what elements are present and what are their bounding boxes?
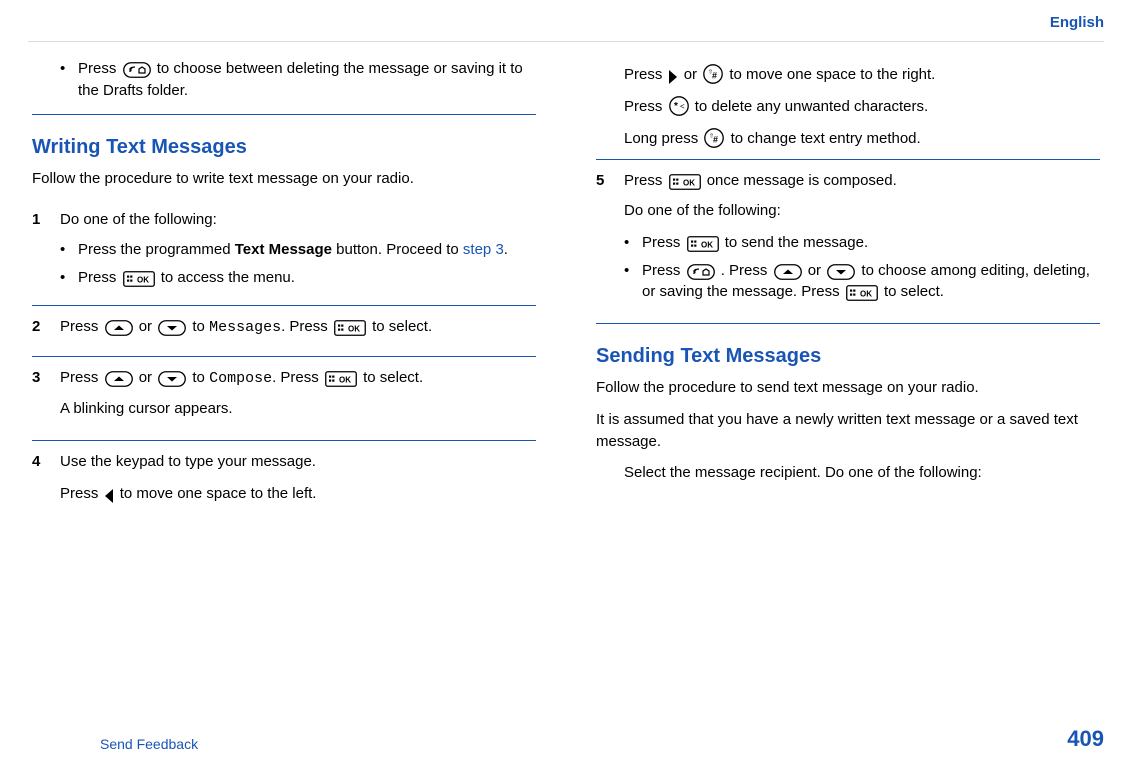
writing-steps: 1 Do one of the following: Press the pro… xyxy=(32,199,536,524)
list-item: Press the programmed Text Message button… xyxy=(60,239,536,261)
text: to select. xyxy=(372,318,432,335)
page-footer: Send Feedback 409 xyxy=(0,726,1132,752)
step-number: 3 xyxy=(32,367,40,389)
text: to select. xyxy=(884,283,944,300)
step-number: 2 xyxy=(32,316,40,338)
back-home-icon xyxy=(123,62,151,78)
text: Press xyxy=(60,369,103,386)
heading-sending: Sending Text Messages xyxy=(596,342,1100,371)
step-number: 5 xyxy=(596,170,604,192)
up-arrow-icon xyxy=(105,320,133,336)
text: to move one space to the left. xyxy=(120,485,317,502)
step-number: 4 xyxy=(32,451,40,473)
step-3: 3 Press or to Compose. Press to select. … xyxy=(32,356,536,440)
step1-bullets: Press the programmed Text Message button… xyxy=(60,239,536,289)
text: to delete any unwanted characters. xyxy=(695,98,928,115)
step-4: 4 Use the keypad to type your message. P… xyxy=(32,440,536,525)
text: to xyxy=(192,369,209,386)
left-arrow-icon xyxy=(105,489,114,503)
text: Press xyxy=(624,98,667,115)
text: Long press xyxy=(624,130,702,147)
step-5: 5 Press once message is composed. Do one… xyxy=(596,159,1100,319)
text: once message is composed. xyxy=(707,172,897,189)
text: to xyxy=(192,318,209,335)
page: English Press to choose between deleting… xyxy=(0,0,1132,762)
menu-messages: Messages xyxy=(209,319,281,336)
page-number: 409 xyxy=(1067,726,1104,752)
text: Press xyxy=(624,66,667,83)
language-header: English xyxy=(28,14,1104,42)
step-2: 2 Press or to Messages. Press to select. xyxy=(32,305,536,357)
text: Press xyxy=(624,172,667,189)
text: to select. xyxy=(363,369,423,386)
down-arrow-icon xyxy=(158,371,186,387)
step-number: 1 xyxy=(32,209,40,231)
text: Press xyxy=(642,262,685,279)
ok-button-icon xyxy=(325,371,357,387)
column-right: Press or to move one space to the right.… xyxy=(596,58,1100,524)
send-feedback-link[interactable]: Send Feedback xyxy=(100,736,198,752)
up-arrow-icon xyxy=(774,264,802,280)
up-arrow-icon xyxy=(105,371,133,387)
text: Do one of the following: xyxy=(60,211,217,228)
step3-link[interactable]: step 3 xyxy=(463,241,504,258)
menu-compose: Compose xyxy=(209,370,272,387)
writing-intro: Follow the procedure to write text messa… xyxy=(32,168,536,190)
text: or xyxy=(684,66,702,83)
text: Press the programmed xyxy=(78,241,235,258)
ok-button-icon xyxy=(669,174,701,190)
back-home-icon xyxy=(687,264,715,280)
text: Press xyxy=(78,60,121,77)
text: . xyxy=(504,241,508,258)
step5-list: 5 Press once message is composed. Do one… xyxy=(596,159,1100,319)
step-1: 1 Do one of the following: Press the pro… xyxy=(32,199,536,304)
text: or xyxy=(808,262,826,279)
hash-key-icon xyxy=(704,128,724,148)
text: . Press xyxy=(281,318,332,335)
text: to send the message. xyxy=(725,234,868,251)
text: to access the menu. xyxy=(161,269,295,286)
list-item: Press to send the message. xyxy=(624,232,1100,254)
down-arrow-icon xyxy=(158,320,186,336)
text: or xyxy=(139,369,157,386)
text: Press xyxy=(60,485,103,502)
star-key-icon xyxy=(669,96,689,116)
text: . Press xyxy=(721,262,772,279)
text: Do one of the following: xyxy=(624,200,1100,222)
bold-text: Text Message xyxy=(235,241,332,258)
text: to change text entry method. xyxy=(731,130,921,147)
content-columns: Press to choose between deleting the mes… xyxy=(28,50,1104,524)
text: Use the keypad to type your message. xyxy=(60,451,536,473)
text: Press xyxy=(78,269,121,286)
ok-button-icon xyxy=(846,285,878,301)
heading-writing: Writing Text Messages xyxy=(32,133,536,162)
lead-bullet: Press to choose between deleting the mes… xyxy=(32,58,536,115)
down-arrow-icon xyxy=(827,264,855,280)
text: Press xyxy=(60,318,103,335)
list-item: Press to access the menu. xyxy=(60,267,536,289)
ok-button-icon xyxy=(123,271,155,287)
text: or xyxy=(139,318,157,335)
sending-intro: Follow the procedure to send text messag… xyxy=(596,377,1100,399)
sending-note: It is assumed that you have a newly writ… xyxy=(596,409,1100,453)
text: Select the message recipient. Do one of … xyxy=(624,462,1100,484)
right-arrow-icon xyxy=(669,70,678,84)
cursor-note: A blinking cursor appears. xyxy=(60,398,536,420)
sending-step: Select the message recipient. Do one of … xyxy=(596,462,1100,484)
text: button. Proceed to xyxy=(332,241,463,258)
text: to move one space to the right. xyxy=(729,66,935,83)
step5-bullets: Press to send the message. Press . Press… xyxy=(624,232,1100,303)
step4-continued: Press or to move one space to the right.… xyxy=(596,64,1100,149)
hash-key-icon xyxy=(703,64,723,84)
text: Press xyxy=(642,234,685,251)
column-left: Press to choose between deleting the mes… xyxy=(32,58,536,524)
list-item: Press . Press or to choose among editing… xyxy=(624,260,1100,304)
text: . Press xyxy=(272,369,323,386)
ok-button-icon xyxy=(334,320,366,336)
ok-button-icon xyxy=(687,236,719,252)
